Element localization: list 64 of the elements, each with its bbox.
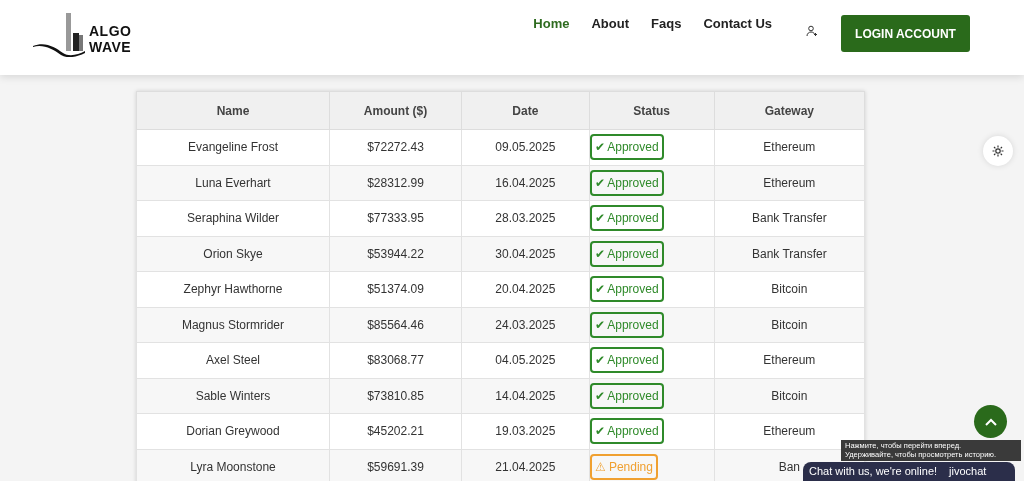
table-cell: Ethereum bbox=[714, 342, 865, 378]
nav-link[interactable]: Contact Us bbox=[703, 16, 772, 31]
table-cell: Dorian Greywood bbox=[136, 413, 330, 449]
table-cell: Luna Everhart bbox=[136, 165, 330, 201]
status-badge: ✔ Approved bbox=[589, 169, 664, 196]
table-cell: $53944.22 bbox=[329, 236, 462, 272]
status-badge: ✔ Approved bbox=[589, 205, 664, 232]
table-cell: Sable Winters bbox=[136, 378, 330, 414]
column-header: Amount ($) bbox=[329, 91, 462, 130]
table-cell: Bitcoin bbox=[714, 378, 865, 414]
column-header: Date bbox=[461, 91, 590, 130]
table-cell: $83068.77 bbox=[329, 342, 462, 378]
table-cell: Magnus Stormrider bbox=[136, 307, 330, 343]
chat-bar[interactable]: Chat with us, we're online! jivochat bbox=[803, 462, 1015, 481]
table-cell: 24.03.2025 bbox=[461, 307, 590, 343]
table-cell: 16.04.2025 bbox=[461, 165, 590, 201]
table-cell: 28.03.2025 bbox=[461, 200, 590, 236]
nav-link[interactable]: Faqs bbox=[651, 16, 682, 31]
table-cell: Evangeline Frost bbox=[136, 129, 330, 165]
column-header: Gateway bbox=[714, 91, 865, 130]
status-badge: ✔ Approved bbox=[589, 240, 664, 267]
table-cell: Seraphina Wilder bbox=[136, 200, 330, 236]
table-cell: Orion Skye bbox=[136, 236, 330, 272]
chevron-up-icon bbox=[984, 417, 997, 426]
logo-text: WAVE bbox=[89, 39, 132, 55]
sun-icon bbox=[992, 145, 1004, 157]
table-cell: Bitcoin bbox=[714, 271, 865, 307]
table-cell: Bank Transfer bbox=[714, 236, 865, 272]
table-cell: $45202.21 bbox=[329, 413, 462, 449]
table-cell: 20.04.2025 bbox=[461, 271, 590, 307]
table-cell: $77333.95 bbox=[329, 200, 462, 236]
table-cell: Zephyr Hawthorne bbox=[136, 271, 330, 307]
status-badge: ✔ Approved bbox=[589, 418, 664, 445]
nav-link[interactable]: Home bbox=[533, 16, 570, 31]
nav-link[interactable]: About bbox=[591, 16, 630, 31]
table-cell: Ethereum bbox=[714, 129, 865, 165]
theme-toggle-button[interactable] bbox=[983, 136, 1013, 166]
table-cell: $72272.43 bbox=[329, 129, 462, 165]
status-badge: ✔ Approved bbox=[589, 276, 664, 303]
column-header: Name bbox=[136, 91, 330, 130]
login-button[interactable]: LOGIN ACCOUNT bbox=[841, 15, 970, 52]
column-header: Status bbox=[589, 91, 715, 130]
table-cell: Lyra Moonstone bbox=[136, 449, 330, 481]
table-cell: Ethereum bbox=[714, 165, 865, 201]
status-badge: ⚠ Pending bbox=[589, 453, 658, 480]
table-cell: 19.03.2025 bbox=[461, 413, 590, 449]
table-cell: 09.05.2025 bbox=[461, 129, 590, 165]
table-cell: $73810.85 bbox=[329, 378, 462, 414]
table-cell: Bank Transfer bbox=[714, 200, 865, 236]
table-cell: 04.05.2025 bbox=[461, 342, 590, 378]
status-badge: ✔ Approved bbox=[589, 382, 664, 409]
table-cell: 14.04.2025 bbox=[461, 378, 590, 414]
table-cell: 30.04.2025 bbox=[461, 236, 590, 272]
table-cell: Bitcoin bbox=[714, 307, 865, 343]
table-cell: $51374.09 bbox=[329, 271, 462, 307]
user-add-icon[interactable] bbox=[806, 25, 818, 37]
table-cell: Axel Steel bbox=[136, 342, 330, 378]
status-badge: ✔ Approved bbox=[589, 134, 664, 161]
scroll-up-button[interactable] bbox=[974, 405, 1007, 438]
table-cell: $85564.46 bbox=[329, 307, 462, 343]
status-badge: ✔ Approved bbox=[589, 347, 664, 374]
logo-text: ALGO bbox=[89, 23, 132, 39]
status-badge: ✔ Approved bbox=[589, 311, 664, 338]
table-cell: $28312.99 bbox=[329, 165, 462, 201]
